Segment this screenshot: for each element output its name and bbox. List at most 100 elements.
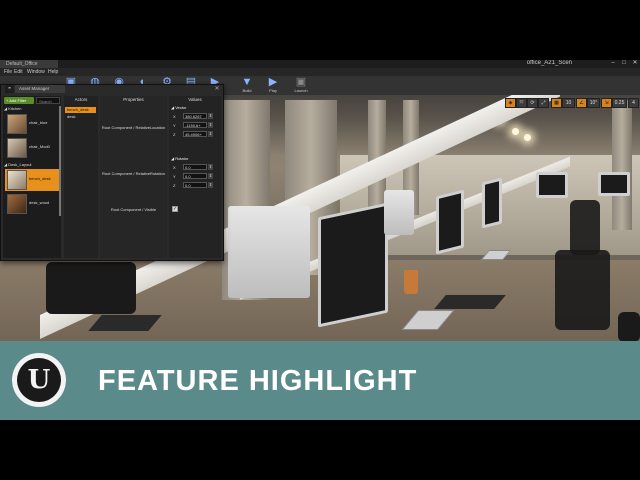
group-header[interactable]: ◢ Desk_Layout (4, 162, 60, 168)
mouse-pad (434, 295, 506, 309)
monitor[interactable] (536, 172, 568, 198)
level-tab[interactable]: Default_Office (0, 60, 58, 68)
visible-checkbox[interactable]: ✓ (172, 206, 178, 212)
rotator-header[interactable]: ◢ Rotator (171, 156, 219, 162)
unreal-logo-icon: ◓ (5, 85, 14, 93)
asset-thumbnail (7, 138, 27, 158)
property-relative-rotation[interactable]: Root Component / RelativeRotation (100, 171, 167, 176)
spinner-icon[interactable]: ⇕ (208, 164, 213, 170)
rotation-y: Y 0.0 ⇕ (171, 173, 219, 180)
property-visible[interactable]: Root Component / Visible (100, 207, 167, 212)
actor-item[interactable]: desk (65, 114, 96, 120)
spinner-icon[interactable]: ⇕ (208, 182, 213, 188)
vector-header[interactable]: ◢ Vector (171, 105, 219, 111)
asset-list: + Add Filter Search ◢ Kitchen chair_blue… (3, 96, 61, 258)
axis-label: X (173, 165, 176, 170)
monitor[interactable] (318, 202, 388, 328)
axis-label: Y (173, 123, 176, 128)
monitor[interactable] (436, 189, 464, 255)
group-header[interactable]: ◢ Kitchen (4, 106, 60, 112)
property-relative-location[interactable]: Root Component / RelativeLocation (100, 125, 167, 130)
monitor[interactable] (482, 177, 502, 229)
select-mode-icon[interactable]: ◈ (505, 98, 516, 108)
translate-icon[interactable]: ⤧ (516, 98, 527, 108)
coffee-cup[interactable] (404, 270, 418, 294)
menu-file[interactable]: File (4, 68, 12, 76)
location-y-field[interactable]: -1150.6+ (183, 122, 207, 128)
asset-thumbnail (7, 194, 27, 214)
location-z-field[interactable]: 45.4906+ (183, 131, 207, 137)
play-button[interactable]: ▶ Play (262, 77, 284, 94)
rotation-x: X 0.0 ⇕ (171, 164, 219, 171)
scale-icon[interactable]: ⤢ (538, 98, 549, 108)
location-x-field[interactable]: 380.6267 (183, 113, 207, 119)
axis-label: X (173, 114, 176, 119)
office-chair[interactable] (570, 200, 600, 255)
close-icon[interactable]: ✕ (213, 85, 221, 93)
menu-bar: File Edit Window Help (0, 68, 640, 76)
properties-column: Properties Root Component / RelativeLoca… (100, 96, 167, 258)
menu-help[interactable]: Help (48, 68, 58, 76)
scale-snap-icon[interactable]: ⇲ (601, 98, 612, 108)
axis-label: Y (173, 174, 176, 179)
rotation-x-field[interactable]: 0.0 (183, 164, 207, 170)
launch-button[interactable]: ▣ Launch (290, 77, 312, 94)
grid-snap-icon[interactable]: ▦ (551, 98, 562, 108)
asset-name: chair_blue (29, 120, 48, 125)
rotate-icon[interactable]: ⟳ (527, 98, 538, 108)
properties-header: Properties (123, 97, 144, 102)
asset-item-selected[interactable]: bench_desk (5, 169, 60, 191)
launch-icon: ▣ (295, 76, 307, 88)
spinner-icon[interactable]: ⇕ (208, 122, 213, 128)
asset-name: desk_wood (29, 200, 50, 205)
rotation-y-field[interactable]: 0.0 (183, 173, 207, 179)
actors-header: Actors (74, 97, 88, 102)
asset-item[interactable]: desk_wood (5, 193, 60, 215)
scrollbar[interactable] (59, 106, 61, 216)
add-filter-button[interactable]: + Add Filter (4, 97, 34, 104)
property-matrix-window: ◓ Asset Manager ✕ + Add Filter Search ◢ … (0, 84, 224, 261)
asset-name: bench_desk (29, 176, 51, 181)
spinner-icon[interactable]: ⇕ (208, 113, 213, 119)
rotation-snap-icon[interactable]: ∠ (576, 98, 587, 108)
play-icon: ▶ (268, 76, 278, 88)
asset-thumbnail (7, 170, 27, 190)
actor-item-selected[interactable]: bench_desk (65, 107, 96, 113)
spinner-icon[interactable]: ⇕ (208, 173, 213, 179)
monitor[interactable] (598, 172, 630, 196)
build-icon: ▼ (241, 76, 253, 88)
actors-column: Actors bench_desk desk (64, 96, 98, 258)
maximize-icon[interactable]: □ (619, 60, 629, 67)
grid-size-value[interactable]: 10 (562, 98, 575, 108)
location-x: X 380.6267 ⇕ (171, 113, 219, 120)
axis-label: Z (173, 132, 176, 137)
office-chair[interactable] (46, 262, 136, 314)
camera-speed-value[interactable]: 4 (628, 98, 639, 108)
search-input[interactable]: Search (36, 97, 60, 104)
values-header: Values (188, 97, 202, 102)
ceiling-light (512, 128, 519, 135)
property-matrix-tab[interactable]: Asset Manager (15, 85, 65, 93)
monitor-back (228, 206, 310, 298)
minimize-icon[interactable]: – (608, 60, 618, 67)
unreal-engine-logo: U (12, 353, 66, 407)
spinner-icon[interactable]: ⇕ (208, 131, 213, 137)
office-chair[interactable] (555, 250, 610, 330)
menu-window[interactable]: Window (27, 68, 45, 76)
office-chair[interactable] (618, 312, 640, 342)
values-column: Values ◢ Vector X 380.6267 ⇕ Y -1150.6+ … (169, 96, 221, 258)
scale-snap-value[interactable]: 0.25 (612, 98, 627, 108)
build-button[interactable]: ▼ Build (236, 77, 258, 94)
ceiling-light (524, 134, 531, 141)
close-icon[interactable]: ✕ (630, 60, 640, 67)
feature-banner: U FEATURE HIGHLIGHT (0, 341, 640, 420)
project-name: office_A21_Scen (526, 60, 572, 66)
asset-item[interactable]: chair_blue (5, 113, 60, 135)
rotation-snap-value[interactable]: 10° (587, 98, 600, 108)
rotation-z-field[interactable]: 0.0 (183, 182, 207, 188)
asset-thumbnail (7, 114, 27, 134)
viewport-toolbar: ◈ ⤧ ⟳ ⤢ ▦ 10 ∠ 10° ⇲ 0.25 4 (505, 98, 640, 108)
asset-item[interactable]: chair_Mod0 (5, 137, 60, 159)
title-bar: Default_Office office_A21_Scen – □ ✕ (0, 60, 640, 68)
menu-edit[interactable]: Edit (14, 68, 23, 76)
